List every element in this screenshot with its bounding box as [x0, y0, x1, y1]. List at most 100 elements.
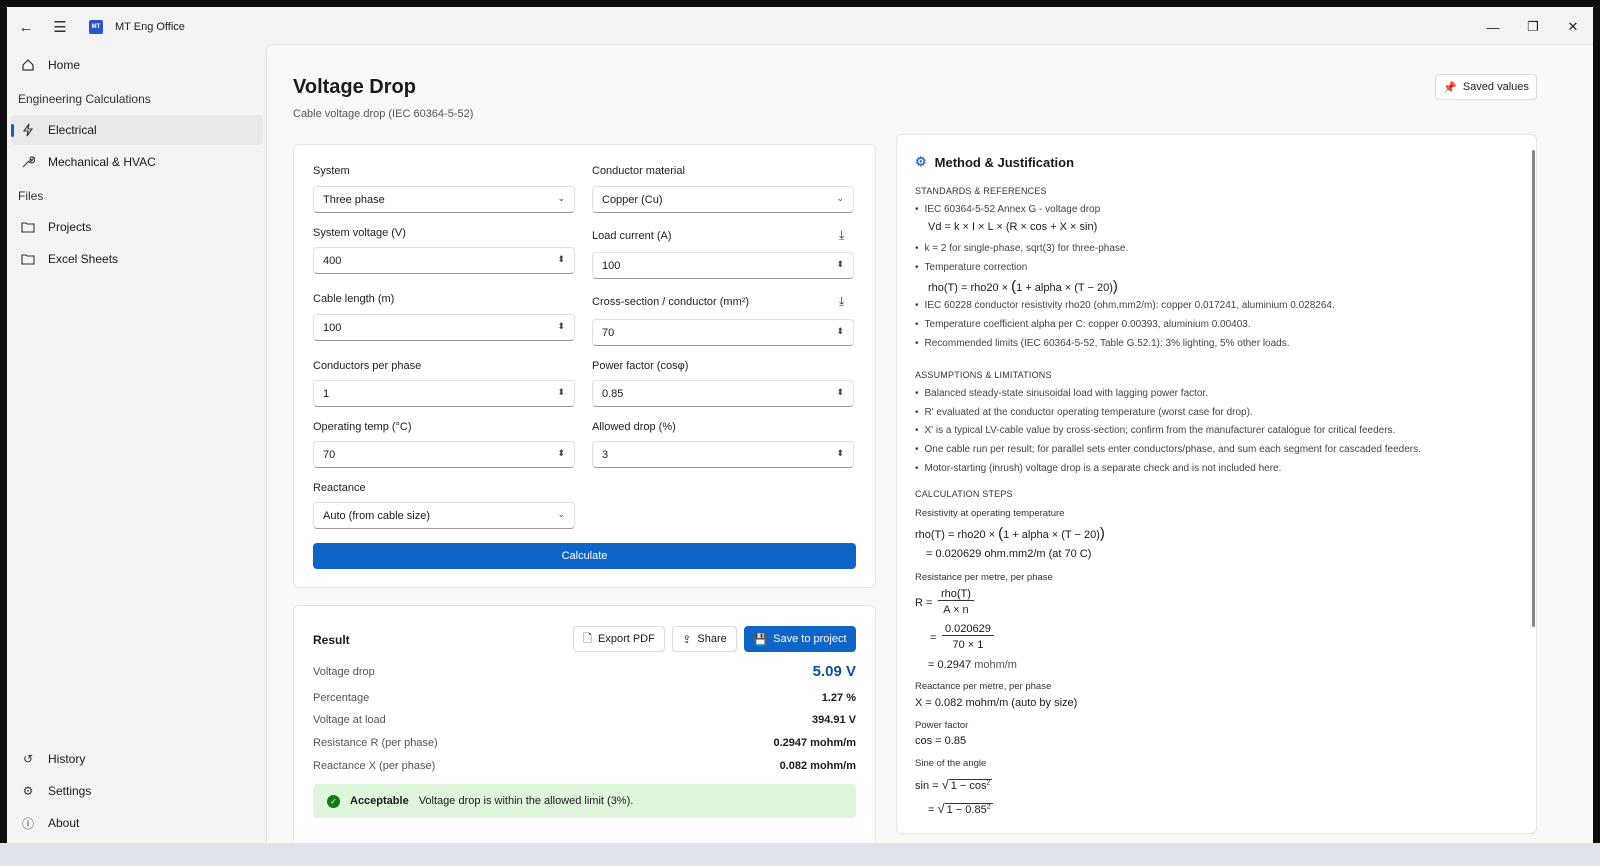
- chevron-down-icon: ⌄: [557, 193, 565, 203]
- result-value: 394.91 V: [811, 714, 856, 726]
- result-row: Resistance R (per phase) 0.2947 mohm/m: [313, 737, 856, 755]
- bullet-item: X' is a typical LV-cable value by cross-…: [915, 425, 1396, 436]
- taskbar: [0, 843, 1600, 866]
- voltage-label: System voltage (V): [313, 227, 406, 239]
- app-title: MT Eng Office: [115, 21, 185, 33]
- result-label: Voltage at load: [313, 714, 386, 726]
- material-value: Copper (Cu): [602, 193, 663, 206]
- bullet-item: Motor-starting (inrush) voltage drop is …: [915, 463, 1282, 474]
- spinner-icon[interactable]: ⬍: [557, 387, 565, 398]
- result-row: Voltage drop 5.09 V: [313, 663, 856, 684]
- cross-section-input[interactable]: 70 ⬍: [592, 319, 854, 346]
- calculate-button[interactable]: Calculate: [313, 543, 856, 569]
- sidebar-item-about[interactable]: ⓘ About: [11, 808, 263, 838]
- spinner-icon[interactable]: ⬍: [557, 254, 565, 265]
- step-formula: X = 0.082 mohm/m (auto by size): [915, 697, 1078, 709]
- spinner-icon[interactable]: ⬍: [557, 321, 565, 332]
- cpp-input[interactable]: 1 ⬍: [313, 380, 575, 407]
- input-card: System Three phase ⌄ Conductor material C…: [293, 144, 876, 588]
- formula-part: = 0.2947: [928, 659, 972, 671]
- denominator: 70 × 1: [952, 639, 984, 651]
- bullet-item: Recommended limits (IEC 60364-5-52, Tabl…: [915, 338, 1290, 349]
- download-icon[interactable]: ⤓: [839, 228, 844, 243]
- formula-part: =: [930, 632, 937, 644]
- export-pdf-button[interactable]: 🗋 Export PDF: [573, 626, 665, 652]
- step-formula: cos = 0.85: [915, 735, 967, 747]
- length-input[interactable]: 100 ⬍: [313, 314, 575, 341]
- voltage-input[interactable]: 400 ⬍: [313, 247, 575, 274]
- app-logo: MT: [89, 20, 103, 34]
- formula-temp: rho(T) = rho20 × (1 + alpha × (T − 20)): [928, 278, 1118, 295]
- bolt-icon: [20, 123, 36, 137]
- method-title: ⚙ Method & Justification: [915, 154, 1074, 170]
- step-result: = 0.020629 ohm.mm2/m (at 70 C): [926, 548, 1092, 560]
- cross-section-label: Cross-section / conductor (mm²): [592, 296, 750, 308]
- save-icon: 💾: [753, 633, 768, 646]
- fraction: rho(T) A × n: [938, 588, 974, 616]
- saved-values-button[interactable]: 📌 Saved values: [1435, 74, 1537, 100]
- allowed-drop-input[interactable]: 3 ⬍: [592, 441, 854, 468]
- temp-input[interactable]: 70 ⬍: [313, 441, 575, 468]
- denominator: A × n: [943, 604, 969, 616]
- sidebar-item-settings[interactable]: ⚙ Settings: [11, 776, 263, 806]
- result-value: 1.27 %: [821, 692, 856, 704]
- minimize-icon[interactable]: —: [1473, 7, 1513, 47]
- spinner-icon[interactable]: ⬍: [836, 326, 844, 337]
- voltage-value: 400: [323, 254, 342, 267]
- sidebar-item-mechanical[interactable]: Mechanical & HVAC: [11, 147, 263, 177]
- result-label: Reactance X (per phase): [313, 760, 436, 772]
- method-scrollbar[interactable]: [1532, 150, 1535, 627]
- back-icon[interactable]: ←: [9, 10, 43, 44]
- bullet-item: k = 2 for single-phase, sqrt(3) for thre…: [915, 243, 1129, 254]
- system-label: System: [313, 165, 350, 177]
- formula-part: 1 + alpha × (T − 20): [1016, 282, 1113, 294]
- sidebar-item-projects[interactable]: Projects: [11, 212, 263, 242]
- sidebar: Home Engineering Calculations Electrical…: [7, 47, 269, 843]
- close-icon[interactable]: ✕: [1553, 7, 1593, 47]
- sidebar-item-label: Home: [48, 58, 81, 72]
- system-value: Three phase: [323, 193, 385, 206]
- spinner-icon[interactable]: ⬍: [836, 448, 844, 459]
- title-bar: ← ☰ MT MT Eng Office — ❐ ✕: [7, 7, 1593, 47]
- formula-part: rho(T) = rho20 ×: [928, 282, 1012, 294]
- result-row: Reactance X (per phase) 0.082 mohm/m: [313, 760, 856, 778]
- save-label: Save to project: [773, 633, 847, 645]
- current-input[interactable]: 100 ⬍: [592, 252, 854, 279]
- sidebar-section-calc: Engineering Calculations: [18, 92, 151, 106]
- sidebar-item-excel[interactable]: Excel Sheets: [11, 244, 263, 274]
- download-icon[interactable]: ⤓: [839, 294, 844, 309]
- bullet-item: Temperature correction: [915, 262, 1028, 273]
- save-to-project-button[interactable]: 💾 Save to project: [744, 626, 856, 652]
- folder-icon: [20, 252, 36, 266]
- result-title: Result: [313, 633, 350, 647]
- system-select[interactable]: Three phase ⌄: [313, 186, 575, 213]
- sidebar-item-history[interactable]: ↺ History: [11, 744, 263, 774]
- sidebar-item-label: History: [48, 752, 86, 766]
- bullet-item: Temperature coefficient alpha per C: cop…: [915, 319, 1251, 330]
- sidebar-item-home[interactable]: Home: [11, 50, 263, 80]
- reactance-select[interactable]: Auto (from cable size) ⌄: [313, 502, 575, 529]
- spinner-icon[interactable]: ⬍: [557, 448, 565, 459]
- gear-icon: ⚙: [22, 784, 34, 798]
- material-select[interactable]: Copper (Cu) ⌄: [592, 186, 854, 213]
- spinner-icon[interactable]: ⬍: [836, 387, 844, 398]
- sidebar-item-label: Electrical: [48, 123, 97, 137]
- bullet-item: Balanced steady-state sinusoidal load wi…: [915, 388, 1209, 399]
- restore-icon[interactable]: ❐: [1513, 7, 1553, 47]
- formula-part: 1 + alpha × (T − 20): [1003, 529, 1100, 541]
- pin-icon: 📌: [1443, 81, 1457, 94]
- bullet-item: R' evaluated at the conductor operating …: [915, 407, 1253, 418]
- spinner-icon[interactable]: ⬍: [836, 259, 844, 270]
- fraction: 0.020629 70 × 1: [942, 623, 994, 651]
- radicand: 1 − cos2: [948, 779, 993, 792]
- result-row: Voltage at load 394.91 V: [313, 714, 856, 732]
- menu-icon[interactable]: ☰: [43, 10, 77, 44]
- length-value: 100: [323, 321, 342, 334]
- pf-input[interactable]: 0.85 ⬍: [592, 380, 854, 407]
- share-button[interactable]: ⇪ Share: [672, 626, 737, 652]
- step-label: Sine of the angle: [915, 758, 987, 769]
- sidebar-item-electrical[interactable]: Electrical: [11, 115, 263, 145]
- chevron-down-icon: ⌄: [557, 509, 565, 519]
- saved-values-label: Saved values: [1462, 81, 1529, 93]
- status-banner: ✓ Acceptable Voltage drop is within the …: [313, 784, 856, 818]
